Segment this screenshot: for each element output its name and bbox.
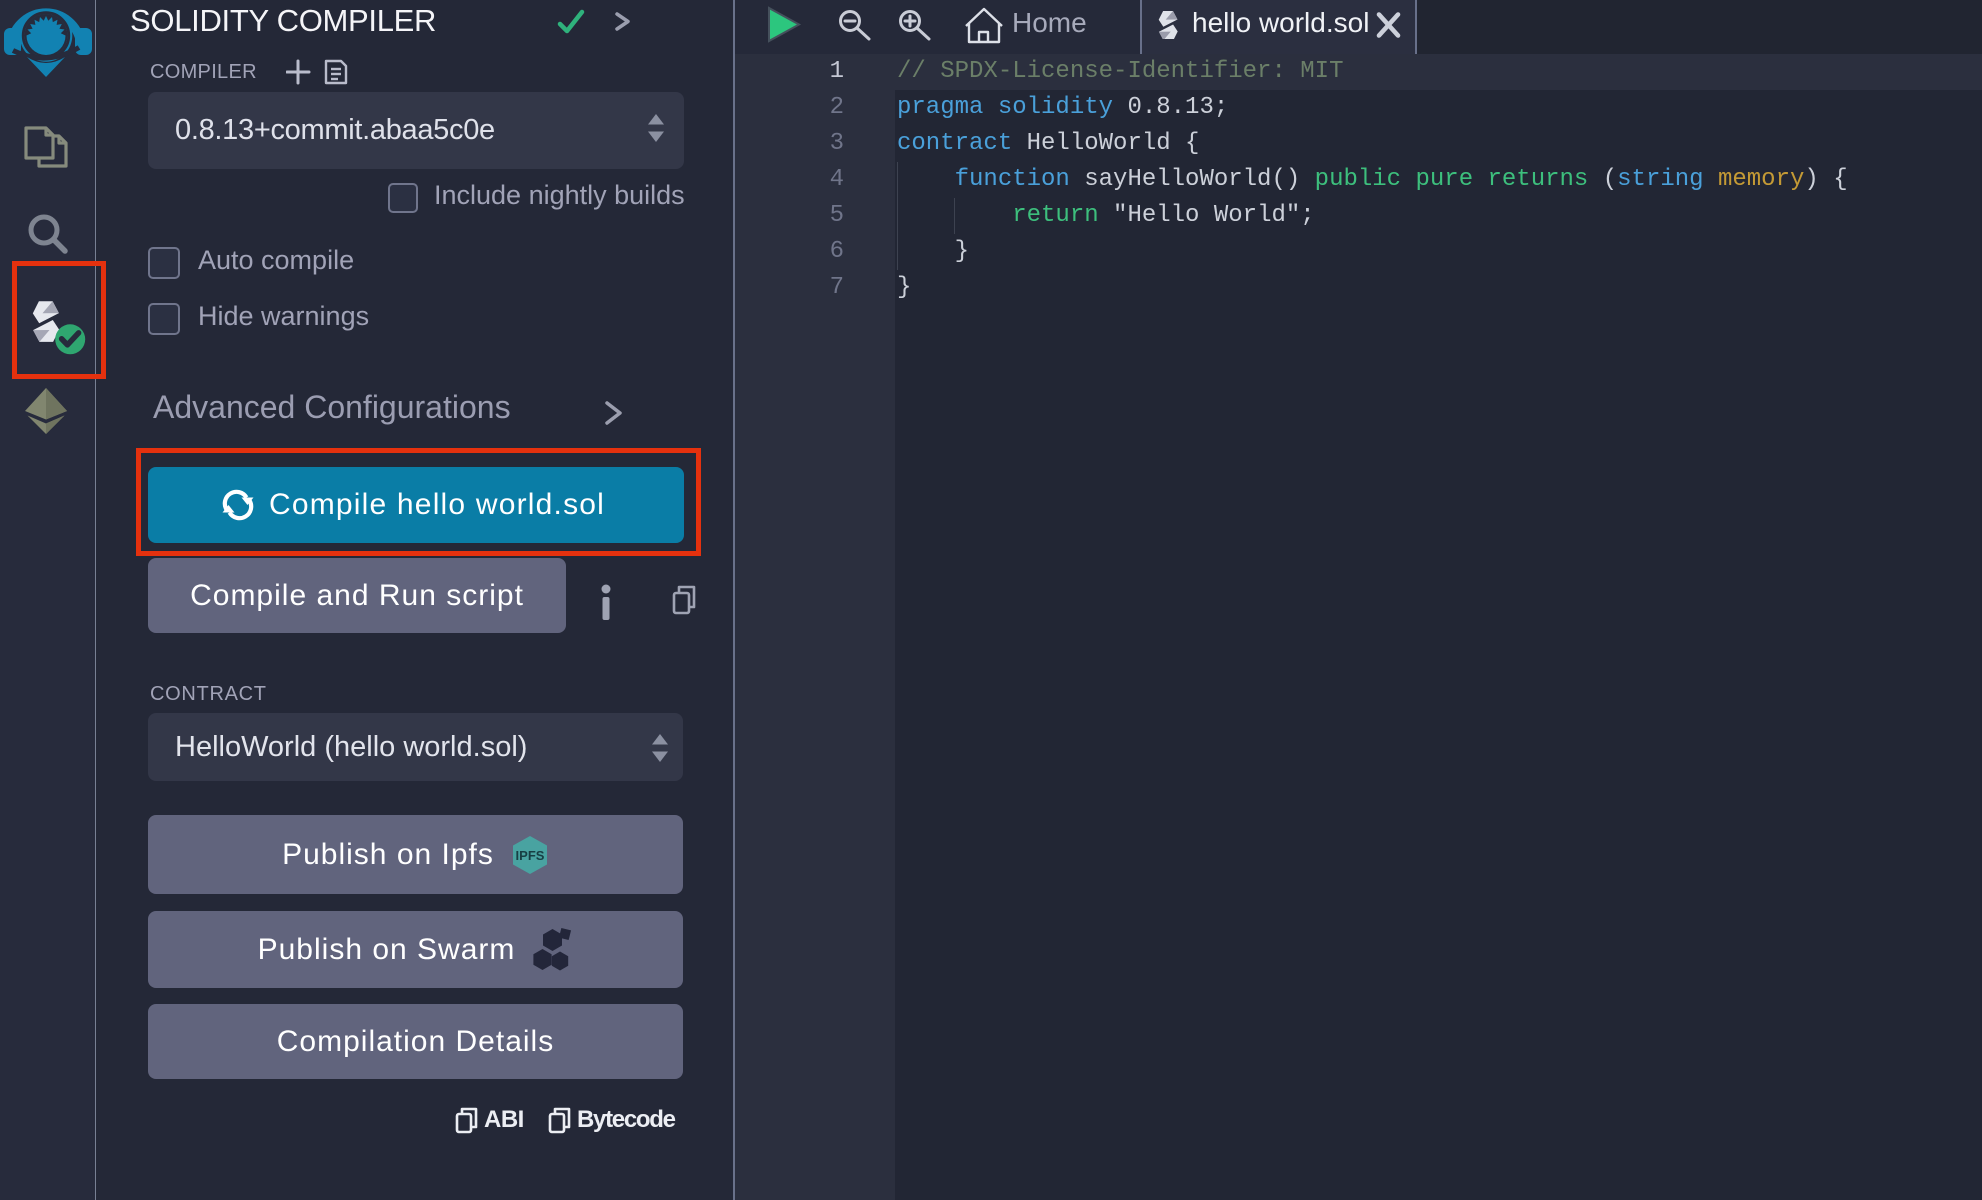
svg-text:IPFS: IPFS bbox=[515, 848, 544, 863]
